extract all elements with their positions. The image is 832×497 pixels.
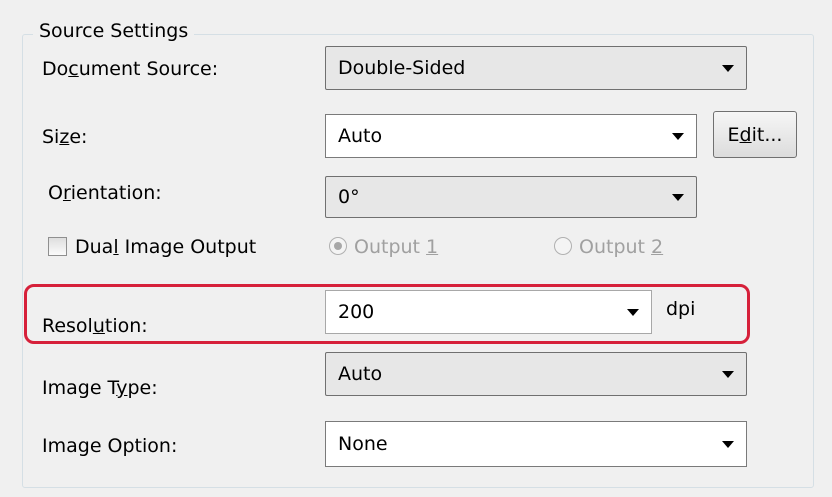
- size-select[interactable]: Auto: [325, 114, 697, 158]
- edit-button-label: Edit...: [727, 123, 783, 146]
- chevron-down-icon: [672, 194, 684, 201]
- dual-image-output-label: Dual Image Output: [75, 236, 257, 258]
- chevron-down-icon: [722, 441, 734, 448]
- chevron-down-icon: [722, 371, 734, 378]
- resolution-unit: dpi: [666, 298, 696, 320]
- resolution-select[interactable]: 200: [325, 290, 652, 334]
- output-1-label: Output 1: [354, 236, 439, 258]
- image-type-label: Image Type:: [42, 377, 158, 399]
- output-1-radio[interactable]: [329, 237, 347, 255]
- document-source-value: Double-Sided: [338, 57, 466, 79]
- chevron-down-icon: [672, 133, 684, 140]
- output-2-radio[interactable]: [554, 237, 572, 255]
- chevron-down-icon: [627, 309, 639, 316]
- orientation-value: 0°: [338, 186, 360, 208]
- resolution-label: Resolution:: [42, 315, 148, 337]
- image-option-select[interactable]: None: [325, 421, 747, 467]
- document-source-select[interactable]: Double-Sided: [325, 46, 747, 90]
- edit-button[interactable]: Edit...: [713, 111, 797, 158]
- orientation-label: Orientation:: [48, 182, 162, 204]
- chevron-down-icon: [722, 65, 734, 72]
- size-value: Auto: [338, 125, 383, 147]
- resolution-value: 200: [338, 301, 375, 323]
- dual-image-output-checkbox[interactable]: [48, 237, 67, 256]
- image-type-value: Auto: [338, 363, 383, 385]
- orientation-select[interactable]: 0°: [325, 176, 697, 218]
- image-type-select[interactable]: Auto: [325, 352, 747, 396]
- source-settings-group: [22, 34, 814, 488]
- document-source-label: Document Source:: [42, 58, 219, 80]
- image-option-label: Image Option:: [42, 435, 178, 457]
- image-option-value: None: [338, 433, 388, 455]
- group-title: Source Settings: [33, 19, 195, 43]
- output-2-label: Output 2: [579, 236, 664, 258]
- radio-selected-dot: [334, 242, 342, 250]
- size-label: Size:: [42, 126, 88, 148]
